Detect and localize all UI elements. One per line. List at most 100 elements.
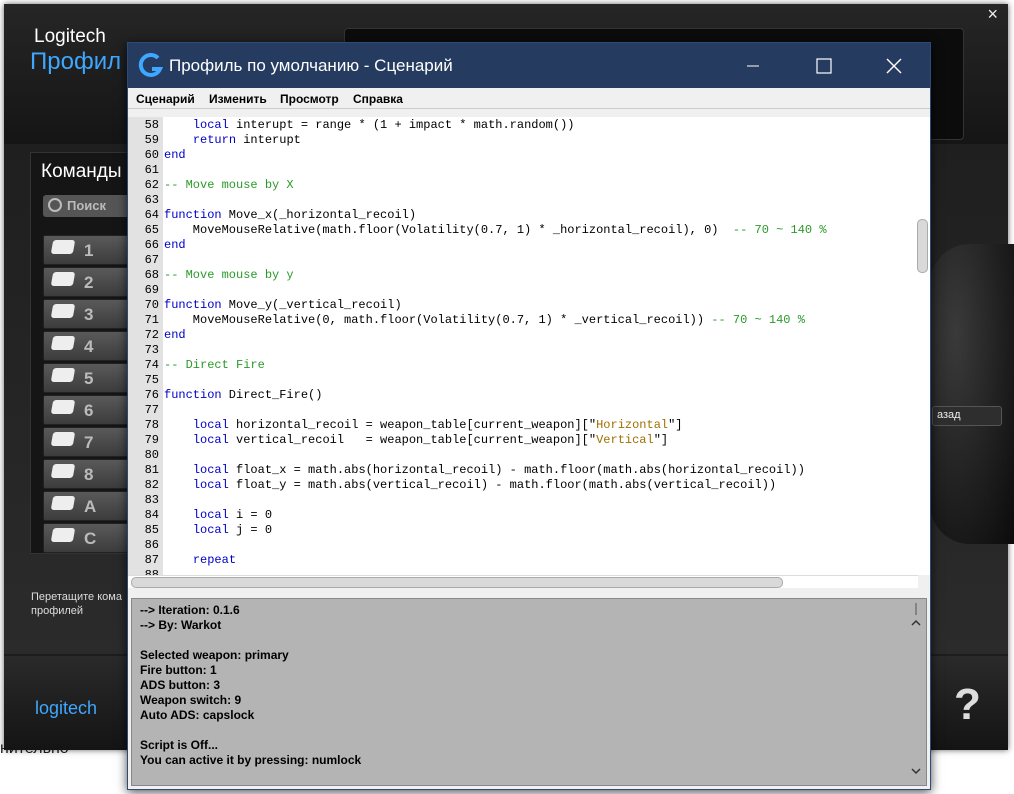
- line-number: 70: [144, 298, 159, 312]
- keyboard-key-icon: [50, 496, 76, 510]
- line-number: 88: [144, 568, 159, 575]
- maximize-button[interactable]: [788, 43, 858, 88]
- code-line: 59 return interupt: [128, 133, 918, 148]
- line-number: 82: [144, 478, 159, 492]
- keyboard-key-icon: [50, 528, 76, 542]
- line-number: 74: [144, 358, 159, 372]
- keyboard-key-icon: [50, 336, 76, 350]
- pane-splitter[interactable]: [128, 589, 930, 597]
- line-number: 69: [144, 283, 159, 297]
- line-number: 83: [144, 493, 159, 507]
- editor-titlebar[interactable]: Профиль по умолчанию - Сценарий: [128, 43, 930, 88]
- code-text: end: [164, 328, 186, 342]
- scrollbar-thumb[interactable]: [131, 577, 783, 588]
- output-line: Script is Off...: [140, 738, 219, 752]
- chevron-down-icon: [911, 768, 921, 775]
- code-line: 71 MoveMouseRelative(0, math.floor(Volat…: [128, 313, 918, 328]
- drag-hint-text: Перетащите кома профилей: [31, 591, 122, 617]
- line-number: 72: [144, 328, 159, 342]
- code-line: 62 -- Move mouse by X: [128, 178, 918, 193]
- minimize-icon: [747, 65, 759, 67]
- line-number: 64: [144, 208, 159, 222]
- line-number: 65: [144, 223, 159, 237]
- line-number: 79: [144, 433, 159, 447]
- code-editor[interactable]: 58 local interupt = range * (1 + impact …: [128, 117, 930, 575]
- commands-panel: Команды Поиск 1 2 3 4 5 6 7 8 AC: [30, 152, 145, 554]
- keyboard-key-icon: [50, 432, 76, 446]
- keyboard-key-icon: [50, 400, 76, 414]
- code-text: repeat: [192, 553, 237, 567]
- command-item-label: C: [84, 529, 97, 548]
- command-item-label: 7: [84, 433, 94, 452]
- keyboard-key-icon: [50, 464, 76, 478]
- line-number: 59: [144, 133, 159, 147]
- logitech-logo: logitech: [35, 698, 98, 718]
- menu-script[interactable]: Сценарий: [136, 92, 195, 106]
- close-button[interactable]: [860, 43, 930, 88]
- output-scrollbar[interactable]: [910, 601, 922, 781]
- code-line: 88: [128, 568, 918, 575]
- code-text: end: [164, 148, 186, 162]
- script-editor-window: Профиль по умолчанию - Сценарий Сценарий…: [127, 42, 931, 790]
- menu-view[interactable]: Просмотр: [280, 92, 339, 106]
- scrollbar-thumb[interactable]: [917, 219, 928, 273]
- line-number: 87: [144, 553, 159, 567]
- command-item-label: 5: [84, 369, 94, 388]
- search-icon: [48, 198, 62, 212]
- code-line: 81 local float_x = math.abs(horizontal_r…: [128, 463, 918, 478]
- code-text: local horizontal_recoil = weapon_table[c…: [192, 418, 683, 432]
- code-line: 63: [128, 193, 918, 208]
- line-number: 67: [144, 253, 159, 267]
- code-horizontal-scrollbar[interactable]: [128, 575, 918, 588]
- code-line: 76 function Direct_Fire(): [128, 388, 918, 403]
- code-line: 73: [128, 343, 918, 358]
- command-item-label: A: [84, 497, 97, 516]
- code-line: 85 local j = 0: [128, 523, 918, 538]
- keyboard-key-icon: [50, 304, 76, 318]
- lgs-close-button[interactable]: ×: [987, 4, 998, 25]
- code-line: 66 end: [128, 238, 918, 253]
- line-number: 58: [144, 118, 159, 132]
- menu-edit[interactable]: Изменить: [209, 92, 267, 106]
- minimize-button[interactable]: [718, 43, 788, 88]
- commands-title: Команды: [41, 161, 122, 182]
- code-line: 86: [128, 538, 918, 553]
- code-line: 65 MoveMouseRelative(math.floor(Volatili…: [128, 223, 918, 238]
- output-line: Selected weapon: primary: [140, 648, 289, 662]
- code-text: function Move_x(_horizontal_recoil): [164, 208, 417, 222]
- menu-help[interactable]: Справка: [353, 92, 403, 106]
- code-line: 58 local interupt = range * (1 + impact …: [128, 118, 918, 133]
- line-number: 68: [144, 268, 159, 282]
- command-item-label: 6: [84, 401, 94, 420]
- search-placeholder: Поиск: [67, 198, 107, 213]
- code-text: local i = 0: [192, 508, 273, 522]
- line-number: 81: [144, 463, 159, 477]
- code-line: 61: [128, 163, 918, 178]
- code-line: 78 local horizontal_recoil = weapon_tabl…: [128, 418, 918, 433]
- output-line: --> By: Warkot: [140, 618, 222, 632]
- code-text: function Move_y(_vertical_recoil): [164, 298, 402, 312]
- output-line: Weapon switch: 9: [140, 693, 242, 707]
- line-number: 78: [144, 418, 159, 432]
- maximize-icon: [816, 58, 832, 74]
- code-text: local float_x = math.abs(horizontal_reco…: [192, 463, 805, 477]
- output-pane[interactable]: --> Iteration: 0.1.6 --> By: Warkot Select…: [131, 598, 927, 786]
- code-text: local j = 0: [192, 523, 273, 537]
- line-number: 61: [144, 163, 159, 177]
- code-vertical-scrollbar[interactable]: [916, 117, 928, 575]
- code-text: -- Move mouse by y: [164, 268, 294, 282]
- code-line: 68 -- Move mouse by y: [128, 268, 918, 283]
- command-item-label: 2: [84, 273, 94, 292]
- line-number: 75: [144, 373, 159, 387]
- code-text: MoveMouseRelative(0, math.floor(Volatili…: [164, 313, 805, 327]
- line-number: 84: [144, 508, 159, 522]
- back-button[interactable]: азад: [932, 406, 1002, 426]
- output-line: --> Iteration: 0.1.6: [140, 603, 240, 617]
- code-text: return interupt: [192, 133, 301, 147]
- output-line: ADS button: 3: [140, 678, 220, 692]
- code-line: 82 local float_y = math.abs(vertical_rec…: [128, 478, 918, 493]
- code-line: 60 end: [128, 148, 918, 163]
- code-line: 87 repeat: [128, 553, 918, 568]
- help-icon[interactable]: ?: [954, 680, 981, 730]
- lgs-profile-title: Профил: [30, 48, 122, 75]
